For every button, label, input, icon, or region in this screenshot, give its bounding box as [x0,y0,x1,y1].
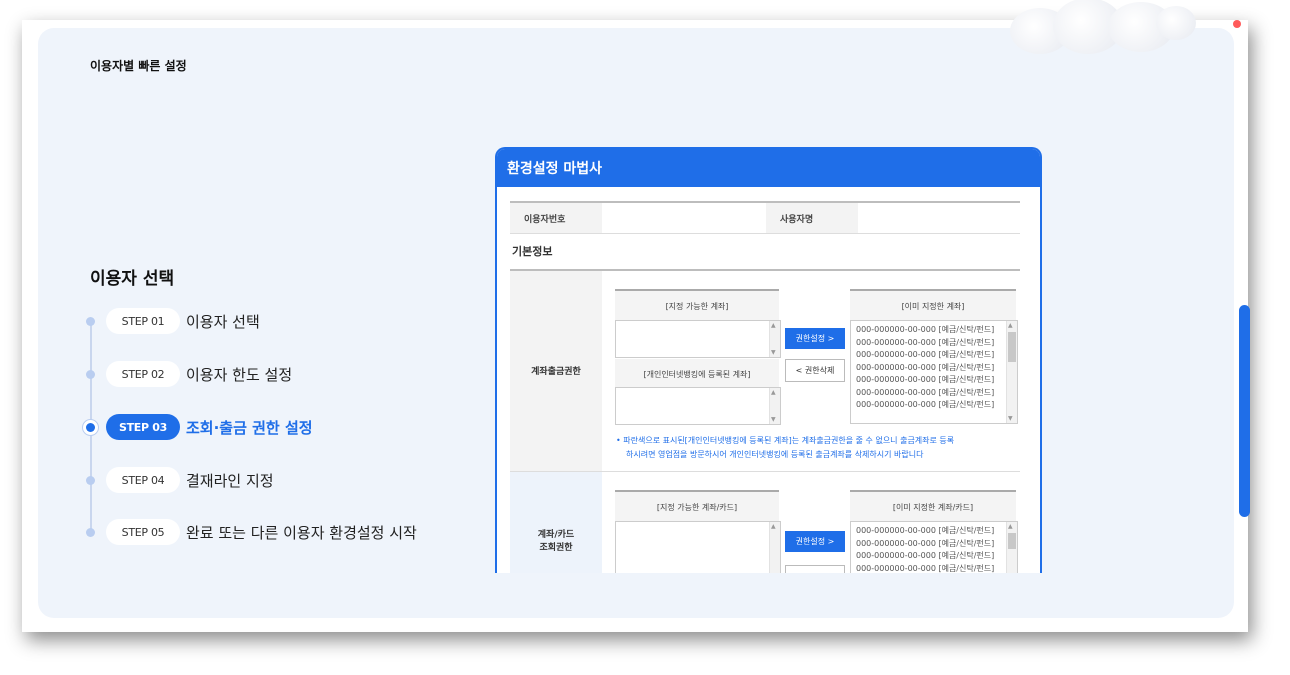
account-item[interactable]: 000-000000-00-000 [예금/신탁/펀드] [856,399,994,412]
account-item[interactable]: 000-000000-00-000 [예금/신탁/펀드] [856,362,994,375]
registered-accounts-list[interactable]: ▲ ▼ [615,387,781,425]
scrollbar[interactable]: ▲ [1006,522,1017,573]
notice-line: • 파란색으로 표시된[개인인터넷뱅킹에 등록된 계좌]는 계좌출금권한을 줄 … [616,436,955,445]
available-accounts-list[interactable]: ▲ ▼ [615,320,781,358]
revoke-inquiry-permission-button[interactable] [785,565,845,573]
page-scrollbar-thumb[interactable] [1239,305,1250,517]
scroll-up-icon[interactable]: ▲ [1008,523,1013,530]
step-badge: STEP 02 [106,361,180,387]
account-item[interactable]: 000-000000-00-000 [예금/신탁/펀드] [856,349,994,362]
scroll-down-icon[interactable]: ▼ [771,416,776,423]
scroll-up-icon[interactable]: ▲ [771,523,776,530]
scrollbar[interactable]: ▲ ▼ [769,321,780,357]
scroll-down-icon[interactable]: ▼ [1008,415,1013,422]
cloud-decoration [1156,6,1196,40]
available-accounts-cards-header: [지정 가능한 계좌/카드] [615,490,779,522]
scroll-up-icon[interactable]: ▲ [1008,322,1013,329]
inquiry-label-line: 조회권한 [539,543,573,553]
inquiry-label-line: 계좌/카드 [537,530,575,540]
user-info-row: 이용자번호 사용자명 [510,201,1020,234]
scroll-up-icon[interactable]: ▲ [771,389,776,396]
step-badge: STEP 01 [106,308,180,334]
scrollbar[interactable]: ▲ [769,522,780,573]
withdraw-permission-label: 계좌출금권한 [510,271,602,473]
step-dot [86,370,95,379]
grant-inquiry-permission-button[interactable]: 권한설정 > [785,531,845,552]
account-item[interactable]: 000-000000-00-000 [예금/신탁/펀드] [856,387,994,400]
revoke-permission-button[interactable]: < 권한삭제 [785,359,845,382]
account-item[interactable]: 000-000000-00-000 [예금/신탁/펀드] [856,374,994,387]
step-badge: STEP 03 [106,414,180,440]
step-badge: STEP 05 [106,519,180,545]
notice-line: 하시려면 영업점을 방문하시어 개인인터넷뱅킹에 등록된 출금계좌를 삭제하시기… [626,450,924,459]
app-frame: 이용자별 빠른 설정 이용자 선택 STEP 01 이용자 선택 STEP 02… [22,0,1250,632]
step-dot [86,317,95,326]
inquiry-permission-label: 계좌/카드 조회권한 [510,472,602,573]
assigned-accounts-header: [이미 지정한 계좌] [850,289,1016,321]
account-item[interactable]: 000-000000-00-000 [예금/신탁/펀드] [856,337,994,350]
scrollbar[interactable]: ▲ ▼ [1006,321,1017,423]
step-label: 완료 또는 다른 이용자 환경설정 시작 [186,524,417,542]
grant-permission-button[interactable]: 권한설정 > [785,328,845,349]
registered-accounts-header: [개인인터넷뱅킹에 등록된 계좌] [615,359,779,389]
main-panel: 이용자별 빠른 설정 이용자 선택 STEP 01 이용자 선택 STEP 02… [38,0,1250,618]
step-dot-active [86,423,95,432]
scroll-thumb[interactable] [1008,332,1016,362]
assigned-accounts-list[interactable]: 000-000000-00-000 [예금/신탁/펀드] 000-000000-… [850,320,1018,424]
user-name-label: 사용자명 [766,203,858,233]
scroll-thumb[interactable] [1008,533,1016,549]
step-dot [86,476,95,485]
inquiry-permission-section: 계좌/카드 조회권한 [지정 가능한 계좌/카드] ▲ 권한설정 > [이미 지… [510,471,1020,573]
account-item[interactable]: 000-000000-00-000 [예금/신탁/펀드] [856,563,994,574]
user-number-label: 이용자번호 [510,203,602,233]
step-label: 조회·출금 권한 설정 [186,419,313,437]
assigned-accounts-cards-list[interactable]: 000-000000-00-000 [예금/신탁/펀드] 000-000000-… [850,521,1018,573]
withdraw-permission-section: 계좌출금권한 [지정 가능한 계좌] ▲ ▼ [개인인터넷뱅킹에 등록된 계좌]… [510,269,1020,473]
scroll-down-icon[interactable]: ▼ [771,349,776,356]
scroll-up-icon[interactable]: ▲ [771,322,776,329]
available-accounts-header: [지정 가능한 계좌] [615,289,779,321]
wizard-title: 환경설정 마법사 [497,149,1040,187]
basic-info-title: 기본정보 [512,245,553,258]
step-label: 이용자 한도 설정 [186,366,293,384]
step-badge: STEP 04 [106,467,180,493]
step-label: 결재라인 지정 [186,472,274,490]
account-item[interactable]: 000-000000-00-000 [예금/신탁/펀드] [856,525,994,538]
step-label: 이용자 선택 [186,313,260,331]
withdraw-notice: • 파란색으로 표시된[개인인터넷뱅킹에 등록된 계좌]는 계좌출금권한을 줄 … [616,434,1020,462]
settings-wizard-window: 환경설정 마법사 이용자번호 사용자명 기본정보 계좌출금권한 [지정 가능한 … [495,147,1042,573]
scrollbar[interactable]: ▲ ▼ [769,388,780,424]
available-accounts-cards-list[interactable]: ▲ [615,521,781,573]
section-title: 이용자 선택 [90,269,175,289]
account-item[interactable]: 000-000000-00-000 [예금/신탁/펀드] [856,538,994,551]
notification-dot [1233,20,1241,28]
account-item[interactable]: 000-000000-00-000 [예금/신탁/펀드] [856,550,994,563]
assigned-accounts-cards-header: [이미 지정한 계좌/카드] [850,490,1016,522]
step-dot [86,528,95,537]
page-title: 이용자별 빠른 설정 [90,59,187,73]
account-item[interactable]: 000-000000-00-000 [예금/신탁/펀드] [856,324,994,337]
